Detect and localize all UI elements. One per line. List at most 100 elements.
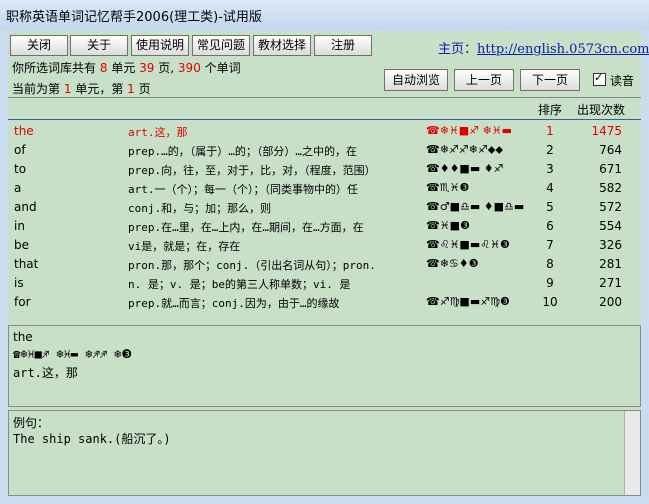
word-cell: is — [14, 276, 24, 290]
rank-cell: 1 — [546, 124, 554, 138]
example-panel[interactable]: 例句： The ship sank.(船沉了。) — [8, 410, 641, 496]
word-cell: the — [14, 124, 34, 138]
count-cell: 281 — [599, 257, 622, 271]
definition-cell: n. 是；v. 是；be的第三人称单数；vi. 是 — [128, 278, 351, 291]
window-title: 职称英语单词记忆帮手2006(理工类)-试用版 — [6, 10, 262, 25]
definition-cell: art.这，那 — [128, 126, 188, 139]
current-unit: 1 — [63, 82, 72, 96]
header-divider — [8, 119, 641, 120]
definition-cell: prep.在…里，在…上内，在…期间，在…方面，在 — [128, 221, 364, 234]
current-page: 1 — [127, 82, 135, 96]
phonetic-cell: ☎♏♓❸ — [426, 181, 470, 194]
phonetic-cell: ☎♦♦■▬ ♦♐ — [426, 162, 504, 175]
detail-meaning: art.这，那 — [13, 366, 78, 380]
definition-cell: conj.和，与；加；那么，则 — [128, 202, 272, 215]
word-list[interactable]: 排序 出现次数 the art.这，那 ☎❄♓■♐ ❄♓▬ 1 1475 of … — [8, 97, 641, 326]
page-count: 39 — [139, 61, 155, 75]
definition-cell: pron.那，那个；conj.（引出名词从句）；pron. — [128, 259, 376, 272]
prev-page-button[interactable]: 上一页 — [454, 69, 514, 91]
count-cell: 671 — [599, 162, 622, 176]
word-count: 390 — [177, 61, 201, 75]
homepage-label: 主页： — [438, 42, 478, 57]
stats-text: 个单词 — [204, 61, 241, 75]
title-bar: 职称英语单词记忆帮手2006(理工类)-试用版 — [0, 0, 649, 30]
table-row[interactable]: that pron.那，那个；conj.（引出名词从句）；pron. ☎❄♋♦❸… — [8, 255, 641, 274]
word-cell: in — [14, 219, 25, 233]
homepage-link[interactable]: 主页：http://english.0573cn.com/ — [438, 38, 649, 57]
next-page-button[interactable]: 下一页 — [520, 69, 580, 91]
position-text: 页 — [138, 82, 151, 96]
word-cell: to — [14, 162, 27, 176]
word-cell: that — [14, 257, 39, 271]
faq-button[interactable]: 常见问题 — [192, 35, 250, 56]
rank-cell: 10 — [542, 295, 558, 309]
detail-word: the — [13, 330, 33, 344]
phonetic-cell: ☎❄♓■♐ ❄♓▬ — [426, 124, 513, 137]
definition-cell: prep.…的，（属于）…的；（部分）…之中的，在 — [128, 145, 357, 158]
definition-cell: vi是，就是；在，存在 — [128, 240, 241, 253]
table-row[interactable]: of prep.…的，（属于）…的；（部分）…之中的，在 ☎❄♐♐❄♐⬥⬥ 2 … — [8, 141, 641, 160]
table-row[interactable]: to prep.向，往，至，对于，比，对，（程度，范围） ☎♦♦■▬ ♦♐ 3 … — [8, 160, 641, 179]
count-cell: 271 — [599, 276, 622, 290]
word-cell: of — [14, 143, 26, 157]
rank-cell: 7 — [546, 238, 554, 252]
count-cell: 582 — [599, 181, 622, 195]
definition-cell: prep.向，往，至，对于，比，对，（程度，范围） — [128, 164, 376, 177]
word-cell: a — [14, 181, 22, 195]
rank-cell: 5 — [546, 200, 554, 214]
stats-text: 单元 — [111, 61, 136, 75]
count-cell: 326 — [599, 238, 622, 252]
stats-text: 页, — [158, 61, 175, 75]
definition-cell: prep.就…而言；conj.因为，由于…的缘故 — [128, 297, 340, 310]
table-row[interactable]: for prep.就…而言；conj.因为，由于…的缘故 ☎♐♍■▬♐♍❸ 10… — [8, 293, 641, 312]
count-cell: 200 — [599, 295, 622, 309]
main-panel: 关闭 关于 使用说明 常见问题 教材选择 注册 主页：http://englis… — [8, 31, 649, 496]
table-row[interactable]: is n. 是；v. 是；be的第三人称单数；vi. 是 9 271 — [8, 274, 641, 293]
example-sentence: The ship sank.(船沉了。) — [13, 432, 171, 446]
phonetic-cell: ☎♓■❸ — [426, 219, 470, 232]
detail-phonetic: ☎❄♓■♐ ❄♓▬ ❄♐♐ ❄❸ — [13, 347, 133, 361]
read-aloud-label: 读音 — [610, 74, 635, 88]
unit-count: 8 — [99, 61, 108, 75]
word-cell: and — [14, 200, 37, 214]
rank-column-header[interactable]: 排序 — [538, 101, 562, 118]
count-cell: 572 — [599, 200, 622, 214]
table-row[interactable]: a art.一（个）；每一（个）；（同类事物中的）任 ☎♏♓❸ 4 582 — [8, 179, 641, 198]
homepage-url[interactable]: http://english.0573cn.com/ — [477, 42, 649, 57]
count-cell: 1475 — [591, 124, 622, 138]
table-row[interactable]: the art.这，那 ☎❄♓■♐ ❄♓▬ 1 1475 — [8, 122, 641, 141]
rank-cell: 6 — [546, 219, 554, 233]
current-position: 当前为第 1 单元，第 1 页 — [12, 80, 151, 97]
count-cell: 554 — [599, 219, 622, 233]
rank-cell: 9 — [546, 276, 554, 290]
rank-cell: 4 — [546, 181, 554, 195]
example-label: 例句： — [13, 416, 50, 430]
read-aloud-checkbox[interactable] — [593, 71, 606, 86]
auto-browse-button[interactable]: 自动浏览 — [384, 69, 448, 91]
word-cell: be — [14, 238, 29, 252]
word-detail-panel[interactable]: the ☎❄♓■♐ ❄♓▬ ❄♐♐ ❄❸ art.这，那 — [8, 325, 641, 407]
about-button[interactable]: 关于 — [70, 35, 128, 56]
table-row[interactable]: and conj.和，与；加；那么，则 ☎♂■♎▬ ♦■♎▬ 5 572 — [8, 198, 641, 217]
phonetic-cell: ☎♌♓■▬♌♓❸ — [426, 238, 510, 251]
close-button[interactable]: 关闭 — [10, 35, 68, 56]
table-row[interactable]: in prep.在…里，在…上内，在…期间，在…方面，在 ☎♓■❸ 6 554 — [8, 217, 641, 236]
library-stats: 你所选词库共有 8 单元 39 页, 390 个单词 — [12, 59, 241, 76]
phonetic-cell: ☎❄♋♦❸ — [426, 257, 479, 270]
phonetic-cell: ☎❄♐♐❄♐⬥⬥ — [426, 143, 504, 156]
word-cell: for — [14, 295, 31, 309]
table-row[interactable]: be vi是，就是；在，存在 ☎♌♓■▬♌♓❸ 7 326 — [8, 236, 641, 255]
definition-cell: art.一（个）；每一（个）；（同类事物中的）任 — [128, 183, 358, 196]
example-scrollbar[interactable] — [624, 411, 640, 495]
textbook-select-button[interactable]: 教材选择 — [253, 35, 311, 56]
count-column-header[interactable]: 出现次数 — [577, 101, 625, 118]
position-text: 单元，第 — [75, 82, 124, 96]
rank-cell: 3 — [546, 162, 554, 176]
position-text: 当前为第 — [12, 82, 61, 96]
rank-cell: 2 — [546, 143, 554, 157]
phonetic-cell: ☎♐♍■▬♐♍❸ — [426, 295, 510, 308]
register-button[interactable]: 注册 — [314, 35, 372, 56]
phonetic-cell: ☎♂■♎▬ ♦■♎▬ — [426, 200, 525, 213]
app-window: 职称英语单词记忆帮手2006(理工类)-试用版 关闭 关于 使用说明 常见问题 … — [0, 0, 649, 504]
help-button[interactable]: 使用说明 — [131, 35, 189, 56]
